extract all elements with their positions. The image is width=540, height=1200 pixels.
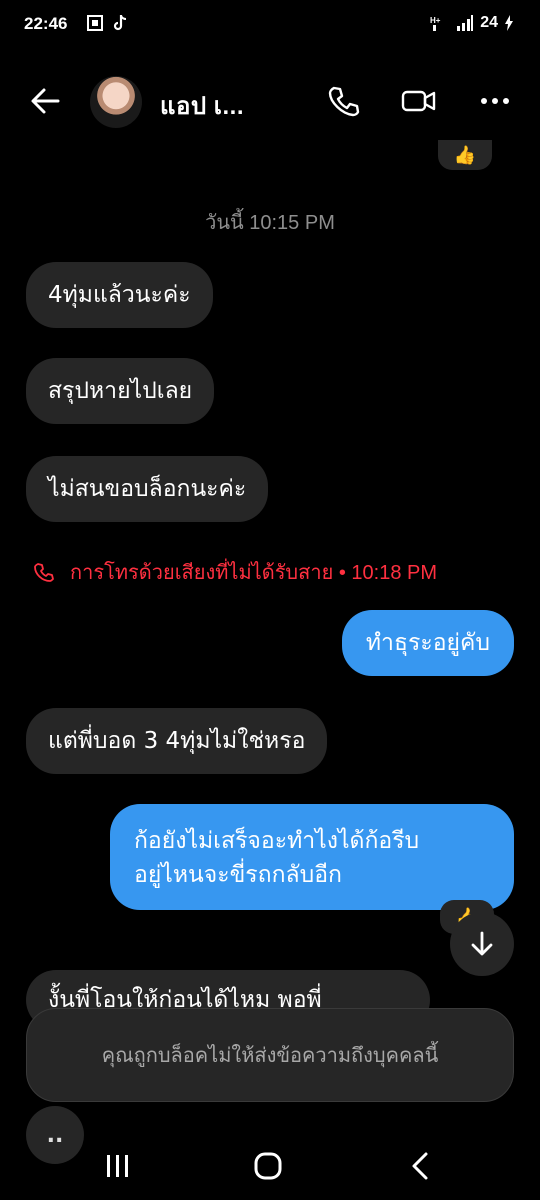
- scroll-to-bottom-button[interactable]: [450, 912, 514, 976]
- reaction-badge[interactable]: 👍: [438, 140, 492, 170]
- signal-icon: [457, 15, 474, 31]
- avatar[interactable]: [90, 76, 142, 128]
- video-camera-icon[interactable]: [400, 84, 438, 118]
- thumbs-up-icon: 👍: [453, 144, 477, 166]
- message-text: ทำธุระอยู่คับ: [365, 630, 490, 656]
- message-text: สรุปหายไปเลย: [48, 378, 193, 404]
- recent-apps-button[interactable]: [98, 1146, 138, 1186]
- home-button[interactable]: [248, 1146, 288, 1186]
- message-text-line: อยู่ไหนจะขี่รถกลับอีก: [134, 862, 342, 888]
- message-incoming[interactable]: แต่พี่บอด 3 4ทุ่มไม่ใช่หรอ: [26, 708, 328, 774]
- blocked-notice: คุณถูกบล็อคไม่ให้ส่งข้อความถึงบุคคลนี้: [26, 1008, 514, 1102]
- chat-header: แอป เ...: [0, 62, 540, 138]
- back-arrow-icon[interactable]: [28, 84, 62, 118]
- message-outgoing[interactable]: ทำธุระอยู่คับ: [341, 610, 514, 676]
- message-text: 4ทุ่มแล้วนะค่ะ: [48, 282, 191, 308]
- message-text-line: ก้อยังไม่เสร็จอะทำไงได้ก้อรีบ: [134, 828, 420, 854]
- tiktok-icon: [113, 15, 127, 31]
- nav-back-icon: [412, 1152, 428, 1180]
- screenshot-icon: [87, 15, 103, 31]
- status-bar: 22:46 H+ 24: [0, 0, 540, 52]
- day-label: วันนี้ 10:15 PM: [205, 212, 335, 234]
- phone-icon[interactable]: [326, 84, 360, 118]
- battery-level: 24: [480, 14, 498, 31]
- status-right: H+ 24: [430, 14, 514, 32]
- message-incoming[interactable]: สรุปหายไปเลย: [26, 358, 215, 424]
- system-nav-bar: [0, 1130, 540, 1200]
- recent-apps-icon: [107, 1155, 128, 1177]
- missed-call-text: การโทรด้วยเสียงที่ไม่ได้รับสาย • 10:18 P…: [70, 562, 438, 584]
- message-text: แต่พี่บอด 3 4ทุ่มไม่ใช่หรอ: [48, 728, 306, 754]
- blocked-text: คุณถูกบล็อคไม่ให้ส่งข้อความถึงบุคคลนี้: [101, 1045, 439, 1067]
- contact-name[interactable]: แอป เ...: [160, 86, 244, 125]
- wifi-calling-icon: H+: [430, 16, 441, 31]
- message-incoming[interactable]: 4ทุ่มแล้วนะค่ะ: [26, 262, 213, 328]
- svg-text:H+: H+: [430, 16, 441, 25]
- missed-call-icon: [34, 563, 54, 582]
- message-text: ไม่สนขอบล็อกนะค่ะ: [48, 476, 247, 502]
- missed-call-notice[interactable]: การโทรด้วยเสียงที่ไม่ได้รับสาย • 10:18 P…: [34, 556, 437, 588]
- message-incoming[interactable]: ไม่สนขอบล็อกนะค่ะ: [26, 456, 269, 522]
- arrow-down-icon: [471, 931, 493, 956]
- back-button[interactable]: [400, 1146, 440, 1186]
- status-notification-icons: [86, 14, 128, 32]
- message-outgoing[interactable]: ก้อยังไม่เสร็จอะทำไงได้ก้อรีบ อยู่ไหนจะข…: [110, 804, 514, 910]
- charging-icon: [505, 15, 513, 31]
- status-time: 22:46: [24, 14, 68, 33]
- home-icon: [254, 1152, 282, 1180]
- more-icon[interactable]: [478, 84, 512, 118]
